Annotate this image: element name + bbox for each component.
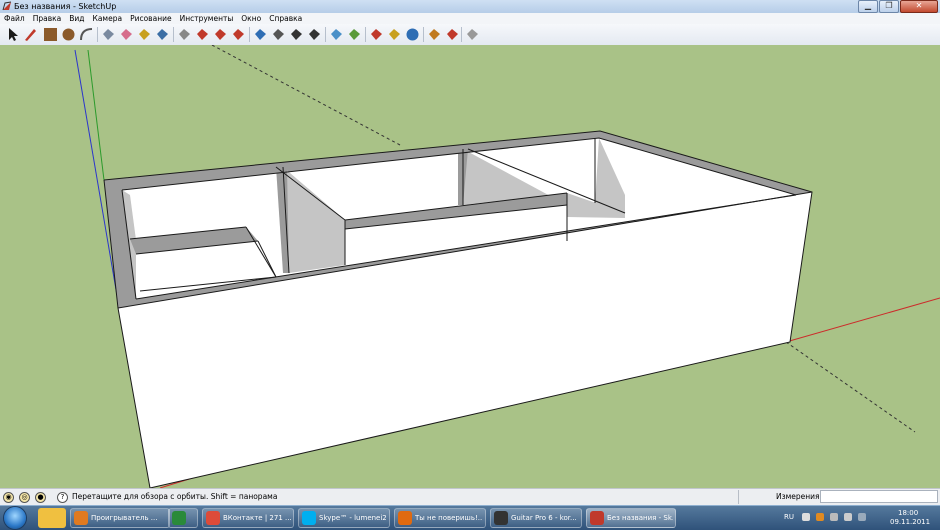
menu-bar: Файл Правка Вид Камера Рисование Инструм…: [0, 13, 940, 24]
orbit-icon[interactable]: [252, 26, 269, 43]
status-divider: [738, 490, 739, 504]
make-component-icon[interactable]: [100, 26, 117, 43]
start-button[interactable]: [4, 507, 26, 529]
taskbar-app-icon: [398, 511, 412, 525]
zoom-icon[interactable]: [288, 26, 305, 43]
window-title: Без названия - SketchUp: [14, 2, 117, 11]
tray-status-icon[interactable]: [858, 513, 866, 521]
model-scene[interactable]: [0, 45, 940, 488]
pan-icon[interactable]: [270, 26, 287, 43]
measurements-label: Измерения: [776, 492, 820, 501]
paint-bucket-icon[interactable]: [154, 26, 171, 43]
measurements-input[interactable]: [820, 490, 938, 503]
system-tray: RU 18:00 09.11.2011: [780, 506, 940, 530]
eraser-icon[interactable]: [118, 26, 135, 43]
taskbar-item[interactable]: Guitar Pro 6 - kor...: [490, 508, 582, 528]
user-icon[interactable]: ●: [35, 492, 46, 503]
help-icon[interactable]: ?: [57, 492, 68, 503]
menu-camera[interactable]: Камера: [89, 13, 127, 24]
offset-icon[interactable]: [230, 26, 247, 43]
taskbar-app-icon: [74, 511, 88, 525]
main-toolbar: [0, 24, 940, 46]
rotate-icon[interactable]: [212, 26, 229, 43]
zoom-extents-icon[interactable]: [306, 26, 323, 43]
windows-taskbar: Проигрыватель ... ВКонтакте | 271 ... Skyp…: [0, 505, 940, 530]
circle-icon[interactable]: [60, 26, 77, 43]
volume-icon[interactable]: [844, 513, 852, 521]
menu-file[interactable]: Файл: [0, 13, 29, 24]
toolbar-separator: [365, 27, 366, 42]
taskbar-item-label: Проигрыватель ...: [91, 514, 158, 522]
close-button[interactable]: ✕: [900, 0, 938, 13]
toolbar-separator: [97, 27, 98, 42]
toolbar-separator: [173, 27, 174, 42]
tape-measure-icon[interactable]: [136, 26, 153, 43]
share-model-icon[interactable]: [386, 26, 403, 43]
component-library-icon[interactable]: [444, 26, 461, 43]
taskbar-app-icon: [206, 511, 220, 525]
status-bar: ◉ ◎ ● ? Перетащите для обзора с орбиты. …: [0, 488, 940, 505]
menu-view[interactable]: Вид: [65, 13, 88, 24]
credits-icon[interactable]: ◎: [19, 492, 30, 503]
modeling-viewport[interactable]: [0, 45, 940, 488]
menu-edit[interactable]: Правка: [29, 13, 66, 24]
taskbar-item[interactable]: Без названия - Sk...: [586, 508, 676, 528]
taskbar-app-icon: [172, 511, 186, 525]
arc-icon[interactable]: [78, 26, 95, 43]
clock-time[interactable]: 18:00: [898, 509, 918, 517]
get-photo-texture-icon[interactable]: [426, 26, 443, 43]
toolbar-separator: [423, 27, 424, 42]
maximize-button[interactable]: ❐: [879, 0, 899, 13]
language-indicator[interactable]: RU: [784, 513, 794, 521]
taskbar-item[interactable]: ВКонтакте | 271 ...: [202, 508, 294, 528]
network-icon[interactable]: [830, 513, 838, 521]
pencil-icon[interactable]: [22, 26, 39, 43]
taskbar-app-icon: [590, 511, 604, 525]
taskbar-item[interactable]: [168, 508, 198, 528]
minimize-button[interactable]: ▁: [858, 0, 878, 13]
taskbar-item-label: Без названия - Sk...: [607, 514, 673, 522]
sketchup-logo-icon: [2, 1, 12, 11]
window-titlebar: Без названия - SketchUp ▁ ❐ ✕: [0, 0, 940, 13]
taskbar-item-label: ВКонтакте | 271 ...: [223, 514, 291, 522]
geo-location-icon[interactable]: ◉: [3, 492, 14, 503]
menu-tools[interactable]: Инструменты: [176, 13, 238, 24]
add-location-icon[interactable]: [328, 26, 345, 43]
taskbar-app-icon: [494, 511, 508, 525]
taskbar-item[interactable]: Skype™ - lumenei2: [298, 508, 390, 528]
toolbar-separator: [325, 27, 326, 42]
tray-app-icon[interactable]: [816, 513, 824, 521]
taskbar-item-label: Skype™ - lumenei2: [319, 514, 387, 522]
clock-date[interactable]: 09.11.2011: [890, 518, 930, 526]
push-pull-icon[interactable]: [176, 26, 193, 43]
explorer-pin-icon[interactable]: [38, 508, 66, 528]
menu-window[interactable]: Окно: [237, 13, 265, 24]
taskbar-item[interactable]: Проигрыватель ...: [70, 508, 170, 528]
extension-icon[interactable]: [464, 26, 481, 43]
move-icon[interactable]: [194, 26, 211, 43]
status-message: Перетащите для обзора с орбиты. Shift = …: [72, 492, 278, 501]
taskbar-item-label: Ты не поверишь!...: [415, 514, 483, 522]
google-earth-icon[interactable]: [404, 26, 421, 43]
get-models-icon[interactable]: [368, 26, 385, 43]
taskbar-item[interactable]: Ты не поверишь!...: [394, 508, 486, 528]
tray-arrow-icon[interactable]: [802, 513, 810, 521]
select-icon[interactable]: [4, 26, 21, 43]
rectangle-icon[interactable]: [42, 26, 59, 43]
taskbar-app-icon: [302, 511, 316, 525]
toolbar-separator: [461, 27, 462, 42]
toolbar-separator: [249, 27, 250, 42]
taskbar-item-label: Guitar Pro 6 - kor...: [511, 514, 577, 522]
menu-help[interactable]: Справка: [265, 13, 306, 24]
toggle-terrain-icon[interactable]: [346, 26, 363, 43]
menu-draw[interactable]: Рисование: [126, 13, 176, 24]
